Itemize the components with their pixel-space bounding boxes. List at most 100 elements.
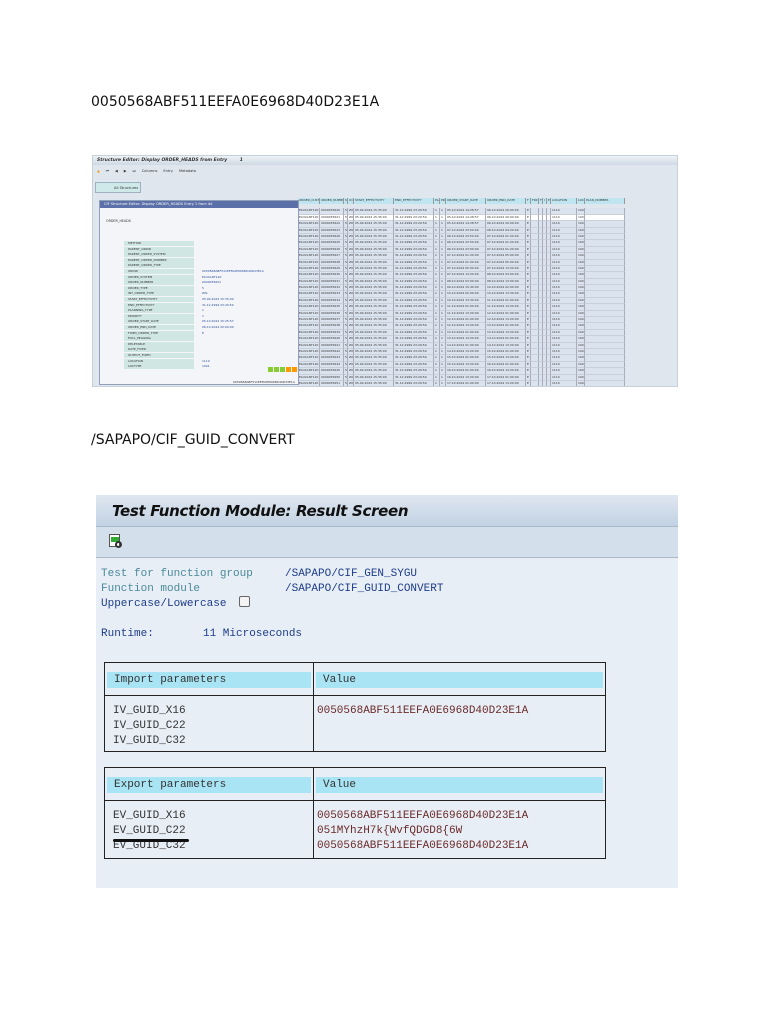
tree-field-value: 05.10.2024 15:25:57 [202,319,234,324]
column-header[interactable]: START_EFFECTIVITY [354,198,394,205]
tree-field[interactable]: PARENT_ORDER_TYPE [124,263,194,269]
guid-heading: 0050568ABF511EEFA0E6968D40D23E1A [91,94,380,110]
tree-field-value: ZOL [202,291,209,296]
tree-field[interactable]: ORDER_TYPE [124,285,194,291]
tree-field[interactable]: ORDER_END_DATE [124,325,194,330]
table-cell: 17.10.2024 01:00:00 [446,380,486,386]
param-name: IV_GUID_C22 [113,720,186,732]
tree-field[interactable]: END_EFFECTIVITY [124,302,194,308]
import-header: Import parameters [107,672,311,688]
all-structures-button[interactable]: All Structures [95,182,141,193]
tree-field[interactable]: ORDER_START_DATE [124,319,194,325]
entry-button[interactable]: Entry [163,169,173,173]
result-screen-title: Test Function Module: Result Screen [96,495,678,527]
copy-icon[interactable] [274,367,279,372]
tree-field[interactable]: START_EFFECTIVITY [124,297,194,302]
param-name: IV_GUID_X16 [113,705,186,717]
tree-field[interactable]: PARENT_ORDID [124,246,194,252]
param-name: EV_GUID_X16 [113,810,186,822]
print-icon[interactable] [280,367,285,372]
table-cell: 1001 [577,380,585,386]
tree-field[interactable]: ORDER_SYSTEM [124,274,194,280]
tree-field[interactable]: FIXED_ORDER_TYPE [124,330,194,336]
tree-field-value: 1110 [202,358,210,363]
tree-field[interactable]: EXCL_PEGGING [124,336,194,342]
structure-popup: CIF Structure Editor: Display ORDER_HEAD… [99,200,299,385]
runtime-label: Runtime: [101,628,154,640]
table-cell: 1110 [551,380,577,386]
metadata-button[interactable]: Metadata [179,169,196,173]
table-cell [585,380,625,386]
structure-editor-screenshot: Structure Editor: Display ORDER_HEADS fr… [92,155,678,387]
tree-field[interactable]: DELETABLE [124,341,194,347]
table-cell: ELOCLNT120 [298,380,320,386]
display-document-icon[interactable] [108,533,124,549]
column-header[interactable]: LOCT [577,198,585,205]
param-name: EV_GUID_C22 [113,825,186,837]
param-value: 0050568ABF511EEFA0E6968D40D23E1A [317,840,529,852]
tree-field[interactable]: METHOD [124,241,194,246]
tree-field[interactable]: INT_ORDER_TYPE [124,291,194,297]
help-icon[interactable] [286,367,291,372]
tree-field[interactable]: ORDID [124,269,194,274]
tree-field[interactable]: PARENT_ORDER_SYSTEM [124,252,194,258]
title-text: Structure Editor: Display ORDER_HEADS fr… [97,158,228,163]
export-header: Export parameters [107,777,311,793]
tree-field-value: 05.09.2024 15:35:00 [202,297,234,301]
result-screen-screenshot: Test Function Module: Result Screen Test… [96,495,678,888]
tree-field[interactable]: DATE_FIXED [124,347,194,353]
columns-button[interactable]: Columns [142,169,158,173]
table-row[interactable]: ELOCLNT12000000356515ZOL05.09.2024 15:35… [298,380,677,386]
tree-field[interactable]: ORDER_NUMBER [124,280,194,286]
prev-icon[interactable]: ◀ [115,169,118,173]
column-header[interactable]: ORDER_NUMBER [320,198,344,205]
result-toolbar [96,527,678,558]
test-group-label: Test for function group [101,568,253,580]
export-value-header: Value [316,777,603,793]
tree-field-value: E [202,330,204,335]
tree-field-value: 1001 [202,364,210,369]
tree-field[interactable]: LOCTYPE [124,364,194,370]
tree-root[interactable]: ORDER_HEADS [106,219,131,223]
column-header[interactable]: ORDER_START_DATE [446,198,486,205]
first-icon[interactable]: ⏮ [106,169,109,173]
next-icon[interactable]: ▶ [124,169,127,173]
tree-field[interactable]: PARENT_ORDER_NUMBER [124,257,194,263]
export-parameters-table: Export parameters Value EV_GUID_X16 EV_GU… [104,767,606,859]
column-header[interactable]: FRXD [531,198,539,205]
underline-annotation [113,839,189,842]
tree-field[interactable]: PRIORITY [124,313,194,319]
column-header[interactable]: ORDER_END_DATE [486,198,526,205]
popup-title: CIF Structure Editor: Display ORDER_HEAD… [100,201,298,208]
function-module-value: /SAPAPO/CIF_GUID_CONVERT [285,583,444,595]
cancel-icon[interactable] [292,367,297,372]
column-header[interactable]: ORDER_CUST [298,198,320,205]
tree-field-value: 06.10.2024 20:00:00 [202,325,234,329]
last-icon[interactable]: ⏭ [133,169,136,173]
uppercase-lowercase-label: Uppercase/Lowercase [101,598,227,610]
tree-field-value: 31.12.2999 23:29:59 [202,302,234,307]
import-parameters-table: Import parameters Value IV_GUID_X16 IV_GU… [104,662,606,752]
structure-editor-title: Structure Editor: Display ORDER_HEADS fr… [93,156,677,165]
tree-field[interactable]: LOCATION [124,358,194,364]
warning-icon[interactable]: ▲ [97,169,100,173]
table-cell: 17.10.2024 13:20:00 [486,380,526,386]
column-header[interactable]: PLAN_NUMBER [585,198,625,205]
table-cell: 0000035651 [320,380,344,386]
param-value: 051MYhzH7k{WvfQDGD8{6W [317,825,463,837]
tree-field-value: 1 [202,313,204,318]
column-header[interactable]: LOCATION [551,198,577,205]
tree-field-value: 0050568ABF511EEFA0E6968D40D23E1A [202,269,264,273]
column-header[interactable]: END_EFFECTIVITY [394,198,434,205]
function-module-label: Function module [101,583,201,595]
grid-header: ORDER_CUSTORDER_NUMBERSUOMSTART_EFFECTIV… [298,198,677,205]
tree-field[interactable]: OUTPUT_FIXED [124,353,194,358]
test-group-value: /SAPAPO/CIF_GEN_SYGU [285,568,418,580]
table-cell: 31.12.2999 23:29:59 [394,380,434,386]
tree-field[interactable]: PLANNING_TYPE [124,308,194,314]
check-icon[interactable] [268,367,273,372]
tree-field-value: 5 [202,285,204,290]
tree-field-value: 1 [202,308,204,313]
uppercase-lowercase-checkbox[interactable] [239,596,250,607]
entry-number: 1 [239,158,243,163]
